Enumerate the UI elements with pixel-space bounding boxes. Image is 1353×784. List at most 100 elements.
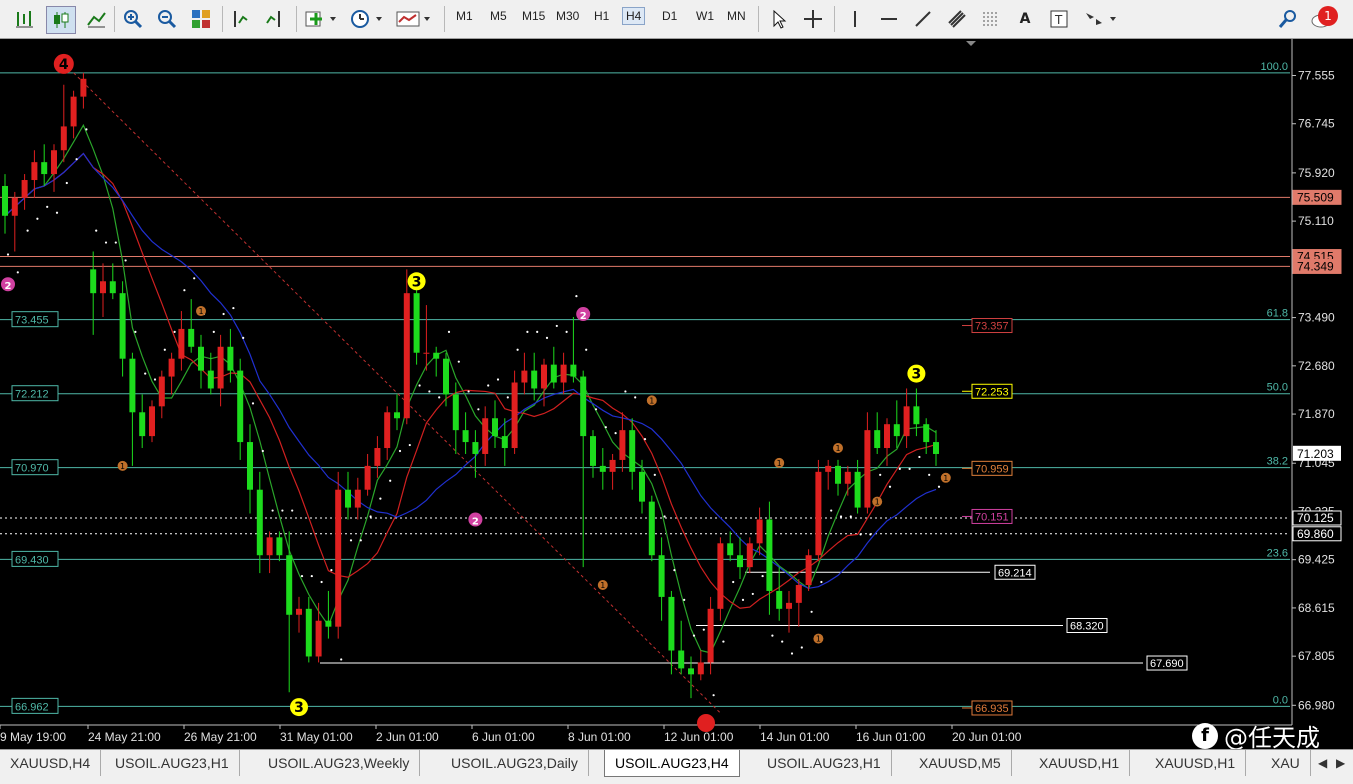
x-axis-tick-label: 24 May 21:00 bbox=[88, 730, 161, 744]
x-axis-tick-label: 26 May 21:00 bbox=[184, 730, 257, 744]
fib-level-percent: 23.6 bbox=[1267, 547, 1288, 559]
candle-body bbox=[492, 418, 498, 437]
wave-minor-marker-label: 1 bbox=[649, 396, 654, 405]
indicators-icon[interactable] bbox=[302, 6, 340, 32]
chart-shift-icon[interactable] bbox=[228, 6, 254, 32]
timeframe-m5[interactable]: M5 bbox=[490, 9, 507, 23]
bar-chart-icon[interactable] bbox=[10, 6, 38, 32]
timeframe-m15[interactable]: M15 bbox=[522, 9, 545, 23]
sar-dot bbox=[555, 324, 558, 328]
fib-level-price-label: 69.430 bbox=[15, 554, 49, 566]
level-box-label: 68.320 bbox=[1070, 620, 1104, 632]
candle-body bbox=[276, 537, 283, 556]
chart-tab[interactable]: XAUUSD,H1 bbox=[1145, 750, 1247, 776]
wave-minor-marker-label: 1 bbox=[600, 581, 605, 590]
sar-dot bbox=[144, 372, 147, 375]
arrows-icon[interactable] bbox=[1080, 6, 1120, 32]
chart-tab[interactable]: XAUUSD,H1 bbox=[1029, 750, 1131, 776]
sar-dot bbox=[281, 509, 284, 512]
candle-body bbox=[2, 185, 8, 216]
periodicity-icon[interactable] bbox=[348, 6, 386, 32]
tile-windows-icon[interactable] bbox=[188, 6, 214, 32]
chart-tab[interactable]: XAU bbox=[1261, 750, 1311, 776]
sar-dot bbox=[565, 330, 568, 333]
sar-dot bbox=[36, 217, 39, 220]
level-box-label: 72.253 bbox=[975, 386, 1009, 398]
wave-marker-label: 2 bbox=[5, 281, 12, 292]
candle-body bbox=[129, 358, 136, 413]
candle-body bbox=[70, 96, 77, 127]
candle-body bbox=[756, 519, 763, 544]
fibonacci-icon[interactable] bbox=[978, 6, 1004, 32]
chart-tab[interactable]: USOIL.AUG23,H1 bbox=[757, 750, 892, 776]
zoom-out-icon[interactable] bbox=[154, 6, 180, 32]
candle-body bbox=[639, 471, 645, 502]
price-chart[interactable]: 100.0 61.8 50.0 38.2 23.6 0.0 73.455 72.212 70.9… bbox=[0, 39, 1353, 745]
timeframe-w1[interactable]: W1 bbox=[696, 9, 714, 23]
facebook-icon: f bbox=[1192, 722, 1218, 749]
candle-body bbox=[609, 459, 616, 472]
cursor-icon[interactable] bbox=[766, 6, 792, 32]
timeframe-d1[interactable]: D1 bbox=[662, 9, 677, 23]
sar-dot bbox=[428, 390, 431, 393]
candle-body bbox=[835, 465, 841, 484]
sar-dot bbox=[663, 515, 666, 518]
candle-body bbox=[658, 555, 665, 597]
fib-level-price-label: 70.970 bbox=[15, 463, 49, 475]
crosshair-icon[interactable] bbox=[800, 6, 826, 32]
y-axis-tick-label: 66.980 bbox=[1298, 698, 1335, 712]
sar-dot bbox=[722, 640, 725, 643]
text-tool-icon[interactable]: A bbox=[1012, 6, 1038, 32]
text-label-icon[interactable]: T bbox=[1046, 6, 1072, 32]
templates-icon[interactable] bbox=[394, 6, 434, 32]
timeframe-m1[interactable]: M1 bbox=[456, 9, 473, 23]
candle-body bbox=[893, 424, 900, 437]
sar-dot bbox=[85, 128, 88, 131]
sar-dot bbox=[712, 694, 715, 697]
timeframe-h4[interactable]: H4 bbox=[622, 7, 646, 25]
horizontal-line-icon[interactable] bbox=[876, 6, 902, 32]
chart-tab[interactable]: USOIL.AUG23,Daily bbox=[441, 750, 589, 776]
line-chart-icon[interactable] bbox=[82, 6, 110, 32]
y-axis-tick-label: 77.555 bbox=[1298, 69, 1335, 83]
watermark-text: @任天成 bbox=[1224, 724, 1320, 752]
chart-tab[interactable]: XAUUSD,H4 bbox=[0, 750, 102, 776]
candle-body bbox=[207, 370, 214, 389]
sar-dot bbox=[359, 539, 362, 542]
x-axis-tick-label: 6 Jun 01:00 bbox=[472, 730, 535, 744]
sar-dot bbox=[46, 205, 49, 208]
timeframe-mn[interactable]: MN bbox=[727, 9, 746, 23]
timeframe-h1[interactable]: H1 bbox=[594, 9, 609, 23]
vertical-line-icon[interactable] bbox=[842, 6, 868, 32]
zoom-in-icon[interactable] bbox=[120, 6, 146, 32]
candlestick-chart-icon[interactable] bbox=[46, 6, 76, 34]
x-axis-tick-label: 8 Jun 01:00 bbox=[568, 730, 631, 744]
sar-dot bbox=[124, 259, 127, 262]
tab-scroll-right-icon[interactable]: ▶ bbox=[1326, 750, 1353, 776]
sar-dot bbox=[810, 610, 813, 613]
chart-tab[interactable]: USOIL.AUG23,H1 bbox=[105, 750, 240, 776]
x-axis-tick-label: 31 May 01:00 bbox=[280, 730, 353, 744]
candle-body bbox=[727, 543, 734, 556]
chart-tab[interactable]: USOIL.AUG23,Weekly bbox=[258, 750, 421, 776]
x-axis-tick-label: 12 Jun 01:00 bbox=[664, 730, 734, 744]
candle-body bbox=[198, 346, 204, 371]
axis-price-tag-label: 69.860 bbox=[1297, 527, 1334, 541]
sar-dot bbox=[673, 569, 676, 572]
chart-tab-active[interactable]: USOIL.AUG23,H4 bbox=[604, 750, 740, 777]
trendline-icon[interactable] bbox=[910, 6, 936, 32]
sar-dot bbox=[398, 449, 402, 453]
sar-dot bbox=[536, 330, 539, 333]
auto-scroll-icon[interactable] bbox=[262, 6, 288, 32]
x-axis-tick-label: 14 Jun 01:00 bbox=[760, 730, 830, 744]
candle-body bbox=[668, 596, 675, 651]
search-icon[interactable] bbox=[1276, 6, 1300, 32]
candle-body bbox=[844, 471, 851, 484]
sar-dot bbox=[614, 432, 617, 435]
candle-body bbox=[482, 418, 489, 454]
timeframe-m30[interactable]: M30 bbox=[556, 9, 579, 23]
candle-body bbox=[599, 465, 606, 472]
equidistant-channel-icon[interactable] bbox=[944, 6, 970, 32]
chart-tab[interactable]: XAUUSD,M5 bbox=[909, 750, 1012, 776]
candle-body bbox=[570, 364, 577, 377]
